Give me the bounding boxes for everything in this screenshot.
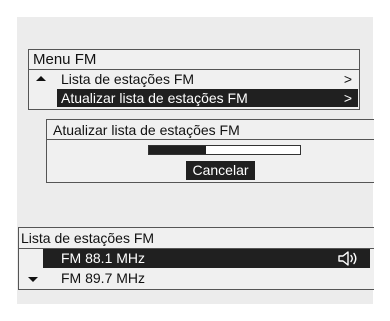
menu-item-update-station-list[interactable]: Atualizar lista de estações FM > — [29, 89, 359, 107]
scroll-up-icon — [36, 76, 46, 81]
station-label: FM 88.1 MHz — [61, 250, 146, 266]
cancel-button[interactable]: Cancelar — [186, 161, 255, 180]
menu-title: Menu FM — [33, 51, 97, 68]
speaker-icon — [338, 251, 357, 266]
menu-item-label: Lista de estações FM — [61, 71, 195, 87]
dialog-title: Atualizar lista de estações FM — [53, 122, 240, 138]
menu-item-station-list[interactable]: Lista de estações FM > — [29, 70, 359, 88]
update-progress-bar — [148, 145, 301, 155]
station-item[interactable]: FM 88.1 MHz — [19, 249, 374, 268]
radio-display: Menu FM Lista de estações FM > Atualizar… — [17, 17, 374, 304]
menu-item-label: Atualizar lista de estações FM — [61, 90, 248, 106]
update-station-list-dialog: Atualizar lista de estações FM Cancelar — [46, 119, 374, 183]
scroll-down-icon — [28, 277, 38, 282]
chevron-right-icon: > — [343, 90, 352, 106]
station-list-title: Lista de estações FM — [21, 230, 155, 246]
chevron-right-icon: > — [343, 71, 352, 87]
station-item[interactable]: FM 89.7 MHz — [19, 269, 374, 288]
station-list-panel: Lista de estações FM FM 88.1 MHz FM 89.7… — [18, 227, 374, 290]
dialog-divider — [47, 139, 374, 140]
progress-fill — [149, 146, 207, 154]
station-label: FM 89.7 MHz — [61, 270, 146, 286]
menu-fm-panel: Menu FM Lista de estações FM > Atualizar… — [28, 49, 360, 110]
